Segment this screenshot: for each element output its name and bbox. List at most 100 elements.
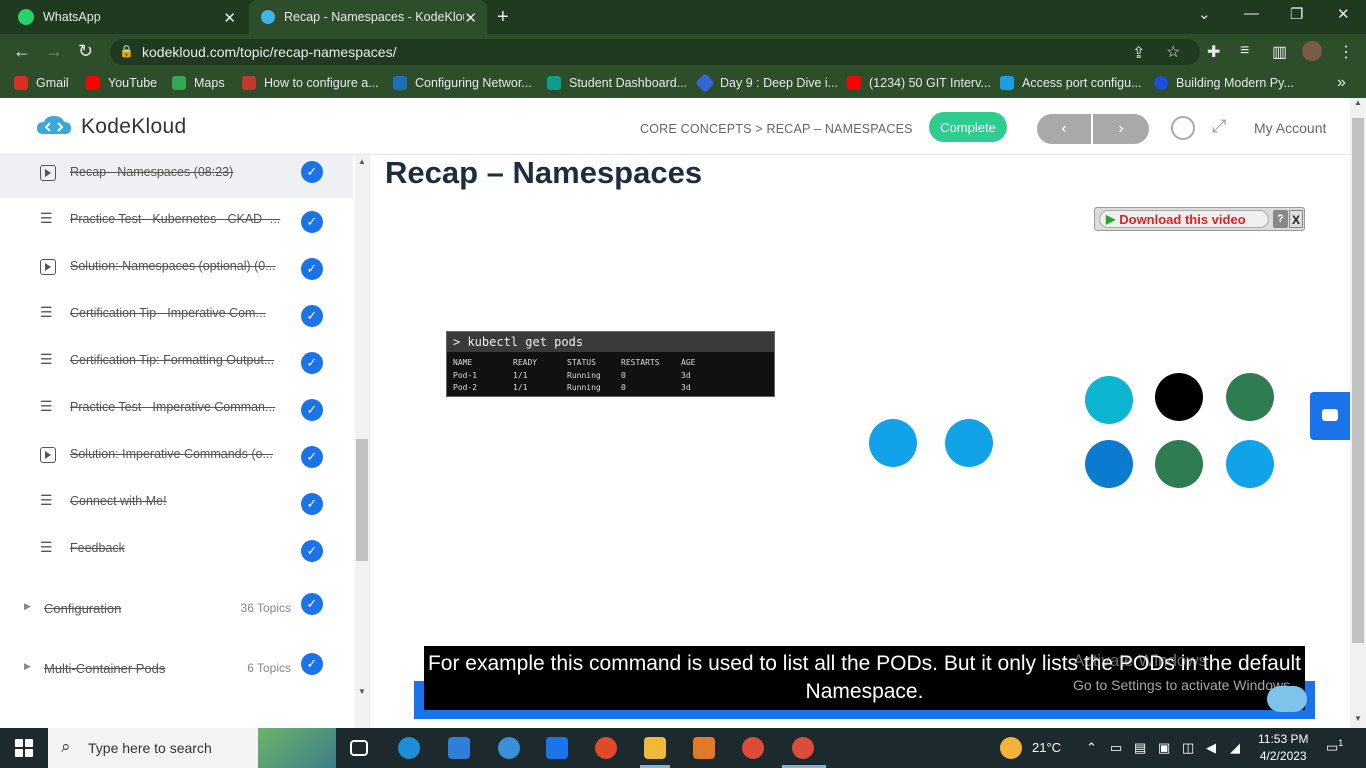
video-icon bbox=[40, 165, 56, 181]
wifi-icon[interactable]: ◢ bbox=[1230, 740, 1240, 756]
bookmark-python[interactable]: Building Modern Py... bbox=[1154, 76, 1294, 90]
completed-check-icon: ✓ bbox=[301, 258, 323, 280]
edge-icon[interactable] bbox=[398, 737, 420, 759]
bookmark-git[interactable]: (1234) 50 GIT Interv... bbox=[847, 76, 991, 90]
reload-icon[interactable]: ↻ bbox=[78, 41, 93, 62]
extensions-icon[interactable]: ✚ bbox=[1207, 42, 1220, 62]
section-configuration[interactable]: ▶ Configuration 36 Topics ✓ bbox=[0, 586, 353, 632]
address-bar[interactable]: 🔒 kodekloud.com/topic/recap-namespaces/ … bbox=[110, 39, 1200, 65]
complete-button[interactable]: Complete bbox=[929, 112, 1007, 142]
cell: 1/1 bbox=[513, 371, 528, 380]
bookmark-star-icon[interactable]: ☆ bbox=[1166, 42, 1180, 62]
tab-close-icon[interactable]: ✕ bbox=[464, 9, 477, 27]
show-hidden-icons[interactable]: ⌃ bbox=[1086, 740, 1097, 756]
bookmark-configure[interactable]: How to configure a... bbox=[242, 76, 379, 90]
new-tab-button[interactable]: + bbox=[497, 6, 509, 29]
bookmark-access-port[interactable]: Access port configu... bbox=[1000, 76, 1142, 90]
sidebar-scrollbar[interactable]: ▲ ▼ bbox=[355, 155, 369, 728]
bookmark-gmail[interactable]: Gmail bbox=[14, 76, 69, 90]
download-video-button[interactable]: ▶ Download this video bbox=[1099, 210, 1269, 228]
weather-temp[interactable]: 21°C bbox=[1032, 740, 1061, 755]
mail-icon[interactable] bbox=[546, 737, 568, 759]
chat-button[interactable] bbox=[1310, 392, 1350, 440]
page-scrollbar[interactable]: ▲ ▼ bbox=[1350, 98, 1366, 728]
tab-search-icon[interactable]: ⌄ bbox=[1198, 5, 1211, 23]
restore-button[interactable]: ❐ bbox=[1290, 5, 1303, 23]
side-panel-icon[interactable]: ▥ bbox=[1272, 42, 1287, 62]
task-view-icon[interactable] bbox=[350, 740, 368, 756]
cell: Pod-1 bbox=[453, 371, 478, 380]
file-explorer-icon[interactable] bbox=[644, 737, 666, 759]
page-icon bbox=[1000, 76, 1014, 90]
sidebar-item-cert-tip-formatting[interactable]: ☰ Certification Tip: Formatting Output..… bbox=[0, 340, 353, 386]
settings-app-icon[interactable] bbox=[693, 737, 715, 759]
volume-icon[interactable]: ◀ bbox=[1206, 740, 1216, 756]
notifications-icon[interactable]: ▭1 bbox=[1326, 738, 1343, 755]
tab-title: Recap - Namespaces - KodeKlou bbox=[284, 10, 464, 24]
sidebar-item-practice-ckad[interactable]: ☰ Practice Test - Kubernetes - CKAD -...… bbox=[0, 199, 353, 245]
scroll-down-icon[interactable]: ▼ bbox=[358, 687, 366, 696]
camera-icon[interactable]: ◫ bbox=[1182, 740, 1194, 756]
bookmark-student[interactable]: Student Dashboard... bbox=[547, 76, 687, 90]
bookmark-maps[interactable]: Maps bbox=[172, 76, 225, 90]
kodekloud-player-icon[interactable] bbox=[1267, 686, 1307, 712]
breadcrumb[interactable]: CORE CONCEPTS > RECAP – NAMESPACES bbox=[640, 122, 913, 136]
scroll-down-icon[interactable]: ▼ bbox=[1354, 714, 1362, 723]
windows-start-icon[interactable] bbox=[15, 739, 33, 757]
chrome-icon[interactable] bbox=[742, 737, 764, 759]
kodekloud-logo[interactable]: KodeKloud bbox=[35, 114, 186, 140]
close-window-button[interactable]: ✕ bbox=[1337, 5, 1350, 23]
dark-mode-icon[interactable] bbox=[1171, 116, 1195, 140]
document-icon: ☰ bbox=[40, 351, 53, 367]
more-bookmarks-icon[interactable]: » bbox=[1337, 74, 1346, 92]
close-icon[interactable]: X bbox=[1289, 210, 1303, 228]
previous-lesson-button[interactable]: ‹ bbox=[1037, 114, 1091, 144]
pod-circle bbox=[869, 419, 917, 467]
snail-app-icon[interactable] bbox=[595, 737, 617, 759]
taskbar-search[interactable]: ⌕ Type here to search bbox=[48, 728, 336, 768]
scroll-up-icon[interactable]: ▲ bbox=[1354, 98, 1362, 107]
back-icon[interactable]: ← bbox=[13, 41, 31, 62]
forward-icon[interactable]: → bbox=[45, 41, 63, 62]
c-icon bbox=[1154, 76, 1168, 90]
my-account-link[interactable]: My Account bbox=[1254, 120, 1326, 136]
sidebar-item-recap-namespaces[interactable]: Recap - Namespaces (08:23) ✓ bbox=[0, 155, 353, 198]
store-icon[interactable] bbox=[448, 737, 470, 759]
col-ready: READY bbox=[513, 358, 538, 367]
bookmark-day9[interactable]: Day 9 : Deep Dive i... bbox=[695, 73, 839, 93]
section-multi-container-pods[interactable]: ▶ Multi-Container Pods 6 Topics ✓ bbox=[0, 646, 353, 692]
sidebar-item-solution-namespaces[interactable]: Solution: Namespaces (optional) (0... ✓ bbox=[0, 246, 353, 292]
battery-icon[interactable]: ▭ bbox=[1110, 740, 1122, 756]
help-icon[interactable]: ? bbox=[1273, 210, 1288, 228]
sidebar-item-connect[interactable]: ☰ Connect with Me! ✓ bbox=[0, 481, 353, 527]
tab-close-icon[interactable]: ✕ bbox=[223, 9, 236, 27]
globe-app-icon[interactable] bbox=[498, 737, 520, 759]
profile-avatar[interactable] bbox=[1302, 41, 1322, 61]
system-clock[interactable]: 11:53 PM 4/2/2023 bbox=[1258, 731, 1308, 765]
sidebar-item-cert-tip-imperative[interactable]: ☰ Certification Tip - Imperative Com... … bbox=[0, 293, 353, 339]
sidebar-item-solution-imperative[interactable]: Solution: Imperative Commands (o... ✓ bbox=[0, 434, 353, 480]
sidebar-item-feedback[interactable]: ☰ Feedback ✓ bbox=[0, 528, 353, 574]
minimize-button[interactable]: — bbox=[1244, 5, 1259, 22]
activate-windows-subtitle: Go to Settings to activate Windows. bbox=[1073, 677, 1294, 693]
next-lesson-button[interactable]: › bbox=[1093, 114, 1149, 144]
chrome-profile-icon[interactable] bbox=[792, 737, 814, 759]
weather-icon[interactable] bbox=[1000, 737, 1022, 759]
bookmark-youtube[interactable]: YouTube bbox=[86, 76, 157, 90]
tab-whatsapp[interactable]: WhatsApp ✕ bbox=[10, 0, 246, 34]
col-restarts: RESTARTS bbox=[621, 358, 660, 367]
tab-recap-namespaces[interactable]: Recap - Namespaces - KodeKlou ✕ bbox=[249, 0, 487, 34]
network-icon[interactable]: ▤ bbox=[1134, 740, 1146, 756]
menu-icon[interactable]: ⋮ bbox=[1338, 42, 1354, 62]
fullscreen-icon[interactable]: ⤢ bbox=[1212, 116, 1226, 137]
sidebar-scroll-thumb[interactable] bbox=[356, 439, 368, 561]
page-scroll-thumb[interactable] bbox=[1352, 118, 1364, 643]
bookmark-label: Day 9 : Deep Dive i... bbox=[720, 76, 839, 90]
scroll-up-icon[interactable]: ▲ bbox=[358, 157, 366, 166]
meet-now-icon[interactable]: ▣ bbox=[1158, 740, 1170, 756]
reading-list-icon[interactable]: ≡ bbox=[1240, 42, 1249, 60]
sidebar-item-practice-imperative[interactable]: ☰ Practice Test - Imperative Comman... ✓ bbox=[0, 387, 353, 433]
bookmark-networking[interactable]: Configuring Networ... bbox=[393, 76, 532, 90]
share-icon[interactable]: ⇪ bbox=[1132, 43, 1145, 63]
terminal-command: > kubectl get pods bbox=[447, 332, 774, 352]
